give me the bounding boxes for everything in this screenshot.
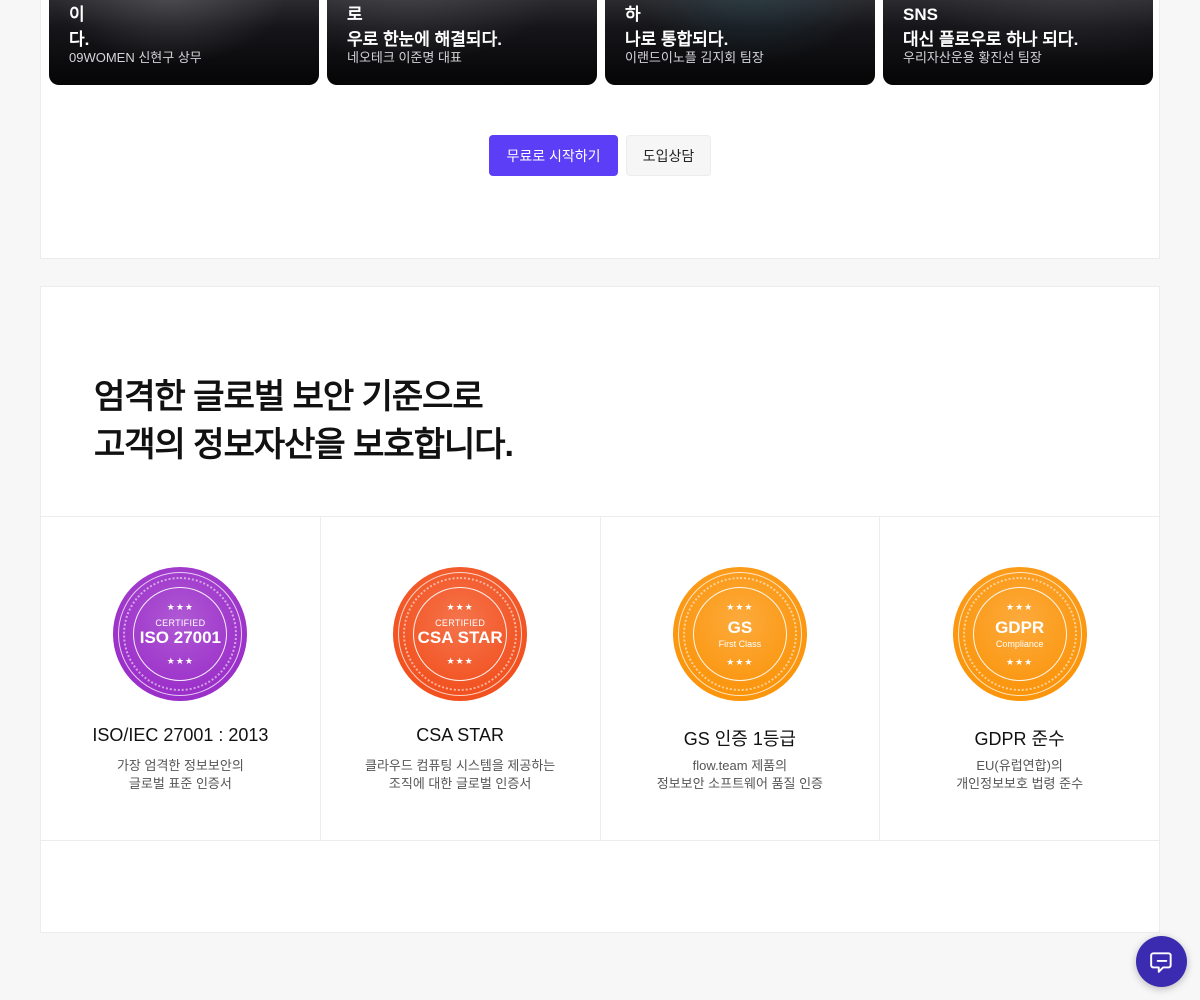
certification-item-csa-star: ★★★ CERTIFIED CSA STAR ★★★ CSA STAR 클라우드…: [321, 517, 601, 840]
consultation-button[interactable]: 도입상담: [626, 135, 711, 176]
stars-icon: ★★★: [1006, 601, 1034, 612]
certification-item-gdpr: ★★★ GDPR Compliance ★★★ GDPR 준수 EU(유럽연합)…: [880, 517, 1159, 840]
stars-icon: ★★★: [726, 601, 754, 612]
testimonial-quote: 산립하던 모든 협업 툴이 플로우 하 나로 통합되다.: [625, 5, 729, 49]
testimonial-author: 네오테크 이준명 대표: [347, 50, 462, 65]
badge-main-text: CSA STAR: [417, 628, 503, 647]
stars-icon: ★★★: [166, 656, 194, 666]
certification-item-iso27001: ★★★ CERTIFIED ISO 27001 ★★★ ISO/IEC 2700…: [41, 517, 321, 840]
cert-description: flow.team 제품의 정보보안 소프트웨어 품질 인증: [656, 758, 824, 791]
testimonial-quote: 금융사 담당자들의 업무 소통, SNS 대신 플로우로 하나 되다.: [903, 5, 1079, 49]
cert-title: GDPR 준수: [974, 729, 1065, 749]
badge-main-text: GDPR: [995, 617, 1045, 637]
badge-sub-text: Compliance: [995, 638, 1044, 649]
badge-main-text: GS: [727, 617, 753, 637]
gs-badge-icon: ★★★ GS First Class ★★★: [672, 567, 807, 701]
cert-description: EU(유럽연합)의 개인정보보호 법령 준수: [956, 758, 1084, 791]
csa-star-badge-icon: ★★★ CERTIFIED CSA STAR ★★★: [393, 567, 528, 701]
security-section: 엄격한 글로벌 보안 기준으로 고객의 정보자산을 보호합니다. ★★★ CER…: [40, 286, 1160, 933]
cert-description: 가장 엄격한 정보보안의 글로벌 표준 인증서: [116, 758, 244, 791]
stars-icon: ★★★: [166, 602, 194, 612]
stars-icon: ★★★: [726, 656, 754, 667]
certification-grid: ★★★ CERTIFIED ISO 27001 ★★★ ISO/IEC 2700…: [41, 516, 1159, 841]
stars-icon: ★★★: [446, 602, 474, 612]
iso-27001-badge-icon: ★★★ CERTIFIED ISO 27001 ★★★: [113, 567, 248, 701]
testimonial-quote: 흩어진 업무가 플로우 하나로 모이 다.: [69, 5, 90, 49]
cert-description: 클라우드 컴퓨팅 시스템을 제공하는 조직에 대한 글로벌 인증서: [365, 758, 556, 791]
section-title: 엄격한 글로벌 보안 기준으로 고객의 정보자산을 보호합니다.: [94, 378, 514, 464]
testimonial-cards: 흩어진 업무가 플로우 하나로 모이 다. 09WOMEN 신현구 상무 제조 …: [49, 0, 1153, 85]
testimonial-quote: 제조 현장의 복잡한 업무 관리, 플로 우로 한눈에 해결되다.: [347, 5, 502, 49]
start-free-button[interactable]: 무료로 시작하기: [489, 135, 618, 176]
badge-top-text: CERTIFIED: [435, 618, 486, 628]
testimonial-card[interactable]: 금융사 담당자들의 업무 소통, SNS 대신 플로우로 하나 되다. 우리자산…: [883, 0, 1153, 85]
certification-item-gs: ★★★ GS First Class ★★★ GS 인증 1등급 flow.te…: [601, 517, 881, 840]
testimonial-card[interactable]: 산립하던 모든 협업 툴이 플로우 하 나로 통합되다. 이랜드이노플 김지회 …: [605, 0, 875, 85]
cert-title: GS 인증 1등급: [683, 729, 796, 749]
chat-button[interactable]: [1136, 936, 1187, 987]
testimonial-card[interactable]: 제조 현장의 복잡한 업무 관리, 플로 우로 한눈에 해결되다. 네오테크 이…: [327, 0, 597, 85]
gdpr-badge-icon: ★★★ GDPR Compliance ★★★: [952, 567, 1087, 701]
testimonial-author: 이랜드이노플 김지회 팀장: [625, 50, 764, 65]
stars-icon: ★★★: [1006, 656, 1034, 667]
chat-bubble-icon: [1149, 951, 1172, 973]
testimonial-author: 09WOMEN 신현구 상무: [69, 50, 202, 65]
stars-icon: ★★★: [446, 656, 474, 666]
testimonial-card[interactable]: 흩어진 업무가 플로우 하나로 모이 다. 09WOMEN 신현구 상무: [49, 0, 319, 85]
testimonial-author: 우리자산운용 황진선 팀장: [903, 50, 1042, 65]
cert-title: CSA STAR: [416, 725, 504, 745]
badge-top-text: CERTIFIED: [155, 618, 206, 628]
cta-row: 무료로 시작하기 도입상담: [41, 135, 1159, 176]
testimonials-section: 흩어진 업무가 플로우 하나로 모이 다. 09WOMEN 신현구 상무 제조 …: [40, 0, 1160, 259]
cert-title: ISO/IEC 27001 : 2013: [92, 725, 269, 745]
badge-sub-text: First Class: [718, 638, 762, 649]
badge-main-text: ISO 27001: [139, 628, 222, 647]
